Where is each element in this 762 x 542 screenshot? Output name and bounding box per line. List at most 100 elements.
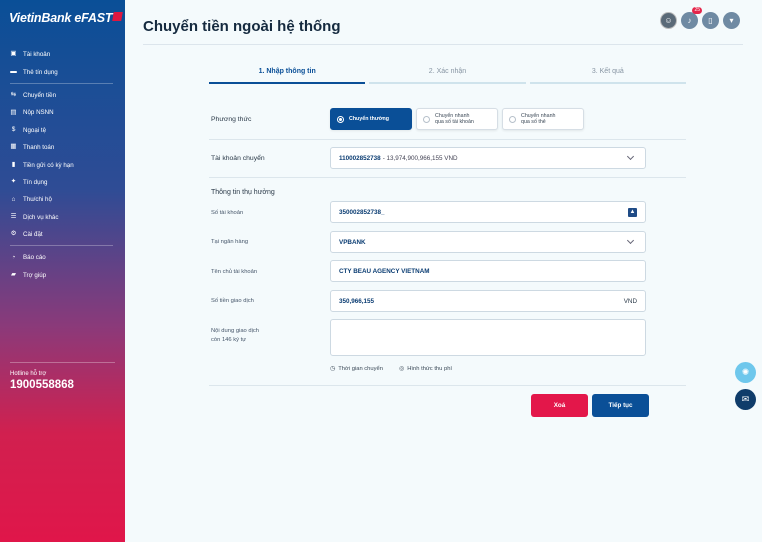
content-char-count: còn 146 ký tự [211, 336, 247, 343]
brand-logo[interactable]: VietinBank eFAST [9, 11, 124, 25]
flag-icon [112, 12, 124, 21]
radio-icon [423, 115, 430, 123]
divider [209, 177, 686, 178]
beneficiary-section-title: Thông tin thụ hưởng [211, 189, 275, 196]
holder-value: CTY BEAU AGENCY VIETNAM [339, 267, 430, 275]
sidebar-item-tien-gui[interactable]: ▮ Tiền gửi có kỳ hạn [0, 156, 125, 173]
sidebar-item-bao-cao[interactable]: ◔ Báo cáo [0, 249, 125, 266]
amount-currency: VND [623, 297, 637, 305]
source-account-select[interactable]: 110002852738 - 13,974,900,966,155 VND [330, 147, 646, 169]
method-options: Chuyển thường Chuyển nhanh qua số tài kho… [330, 108, 584, 130]
chevron-down-icon [626, 236, 635, 245]
sidebar-item-label: Nộp NSNN [23, 109, 54, 117]
method-option-label: Chuyển nhanh qua số thẻ [521, 113, 555, 126]
sidebar-item-tin-dung[interactable]: ✦ Tín dụng [0, 174, 125, 191]
sidebar-item-label: Tín dụng [23, 178, 48, 186]
sidebar-divider [10, 245, 113, 247]
document-icon: ▯ [708, 16, 713, 25]
method-option-fast-account[interactable]: Chuyển nhanh qua số tài khoản [416, 108, 498, 130]
method-option-line2: qua số thẻ [521, 119, 546, 125]
hotline-number[interactable]: 1900558868 [10, 379, 115, 391]
sidebar-item-nop-nsnn[interactable]: ▤ Nộp NSNN [0, 104, 125, 121]
sidebar-item-the-tin-dung[interactable]: ▬ Thẻ tín dụng [0, 63, 125, 80]
fee-method-link[interactable]: ◎ Hình thức thu phí [399, 365, 452, 372]
method-option-line2: qua số tài khoản [435, 119, 474, 125]
bank-select[interactable]: VPBANK [330, 231, 646, 253]
card-icon: ▬ [10, 67, 17, 75]
sidebar-item-thanh-toan[interactable]: ▦ Thanh toán [0, 139, 125, 156]
method-label: Phương thức [211, 116, 252, 123]
notifications-button[interactable]: ♪ 25 [681, 7, 702, 29]
chevron-down-icon: ▾ [729, 16, 734, 25]
bell-icon: ♪ [687, 16, 692, 25]
sidebar: VietinBank eFAST ▣ Tài khoản ▬ Thẻ tín dụn… [0, 0, 125, 542]
content-label: Nội dung giao dịch còn 146 ký tự [211, 327, 259, 344]
sidebar-item-label: Ngoại tệ [23, 126, 47, 134]
hotline-label: Hotline hỗ trợ [10, 371, 47, 377]
sidebar-item-dich-vu-khac[interactable]: ☰ Dịch vụ khác [0, 209, 125, 226]
sidebar-item-thu-chi-ho[interactable]: ⌂ Thu/chi hộ [0, 191, 125, 208]
sidebar-item-chuyen-tien[interactable]: ⇆ Chuyển tiền [0, 87, 125, 104]
avatar[interactable]: ☺ [660, 12, 677, 29]
services-icon: ☰ [10, 212, 17, 220]
transfer-time-link[interactable]: ◷ Thời gian chuyển [330, 365, 383, 372]
info-links: ◷ Thời gian chuyển ◎ Hình thức thu phí [330, 365, 452, 372]
continue-button[interactable]: Tiếp tục [592, 394, 649, 417]
bank-value: VPBANK [339, 238, 366, 246]
fee-method-label: Hình thức thu phí [407, 366, 453, 372]
account-no-value: 350002852738_ [339, 208, 385, 216]
tips-button[interactable]: ✺ [735, 362, 756, 383]
currency-icon: $ [11, 126, 16, 133]
amount-input[interactable]: 350,966,155 VND [330, 290, 646, 312]
sidebar-item-label: Dịch vụ khác [23, 213, 59, 221]
notification-badge: 25 [692, 7, 702, 14]
bank-label: Tại ngân hàng [211, 239, 249, 245]
menu-dropdown-button[interactable]: ▾ [723, 12, 740, 29]
tax-icon: ▤ [10, 108, 17, 116]
user-icon: ☺ [664, 16, 673, 25]
fee-icon: ◎ [398, 366, 405, 372]
sidebar-item-label: Tiền gửi có kỳ hạn [23, 161, 74, 169]
sidebar-item-tai-khoan[interactable]: ▣ Tài khoản [0, 46, 125, 63]
account-no-input[interactable]: 350002852738_ ▲ [330, 201, 646, 223]
method-option-label: Chuyển thường [349, 115, 389, 122]
account-no-label: Số tài khoản [211, 210, 244, 216]
document-button[interactable]: ▯ [702, 12, 719, 29]
holder-input[interactable]: CTY BEAU AGENCY VIETNAM [330, 260, 646, 282]
content-label-title: Nội dung giao dịch [211, 328, 260, 334]
mail-button[interactable]: ✉ [735, 389, 756, 410]
sidebar-item-label: Trợ giúp [23, 271, 47, 279]
credit-icon: ✦ [10, 178, 17, 186]
contact-book-icon[interactable]: ▲ [628, 207, 637, 217]
sidebar-item-label: Thanh toán [23, 144, 55, 152]
sidebar-item-label: Cài đặt [23, 231, 43, 239]
sidebar-item-tro-giup[interactable]: ▰ Trợ giúp [0, 267, 125, 284]
stepper: 1. Nhập thông tin 2. Xác nhận 3. Kết quả [209, 68, 686, 84]
radio-selected-icon [337, 115, 344, 123]
sidebar-item-ngoai-te[interactable]: $ Ngoại tệ [0, 122, 125, 139]
delete-button[interactable]: Xoá [531, 394, 588, 417]
report-icon: ◔ [11, 253, 16, 261]
radio-icon [509, 115, 516, 123]
sidebar-item-label: Thu/chi hộ [23, 196, 52, 204]
mail-icon: ✉ [741, 394, 750, 404]
sidebar-item-label: Báo cáo [23, 254, 46, 262]
header-icons: ☺ ♪ 25 ▯ ▾ [660, 7, 740, 29]
source-account-label: Tài khoản chuyển [211, 155, 265, 162]
method-option-normal[interactable]: Chuyển thường [330, 108, 412, 130]
sidebar-item-label: Tài khoản [23, 51, 51, 59]
amount-label: Số tiền giao dịch [211, 298, 254, 304]
source-account-number: 110002852738 [339, 154, 381, 162]
source-account-balance: - 13,974,900,966,155 VND [382, 154, 458, 162]
amount-value: 350,966,155 [339, 297, 375, 305]
divider [209, 385, 686, 386]
sidebar-item-cai-dat[interactable]: ⚙ Cài đặt [0, 226, 125, 243]
content-textarea[interactable] [330, 319, 646, 356]
wallet-icon: ▣ [10, 50, 17, 58]
step-2: 2. Xác nhận [369, 68, 526, 84]
collect-icon: ⌂ [11, 195, 16, 203]
step-3: 3. Kết quả [529, 68, 686, 84]
method-option-label: Chuyển nhanh qua số tài khoản [435, 113, 474, 126]
method-option-fast-card[interactable]: Chuyển nhanh qua số thẻ [502, 108, 584, 130]
lightbulb-icon: ✺ [741, 367, 750, 377]
